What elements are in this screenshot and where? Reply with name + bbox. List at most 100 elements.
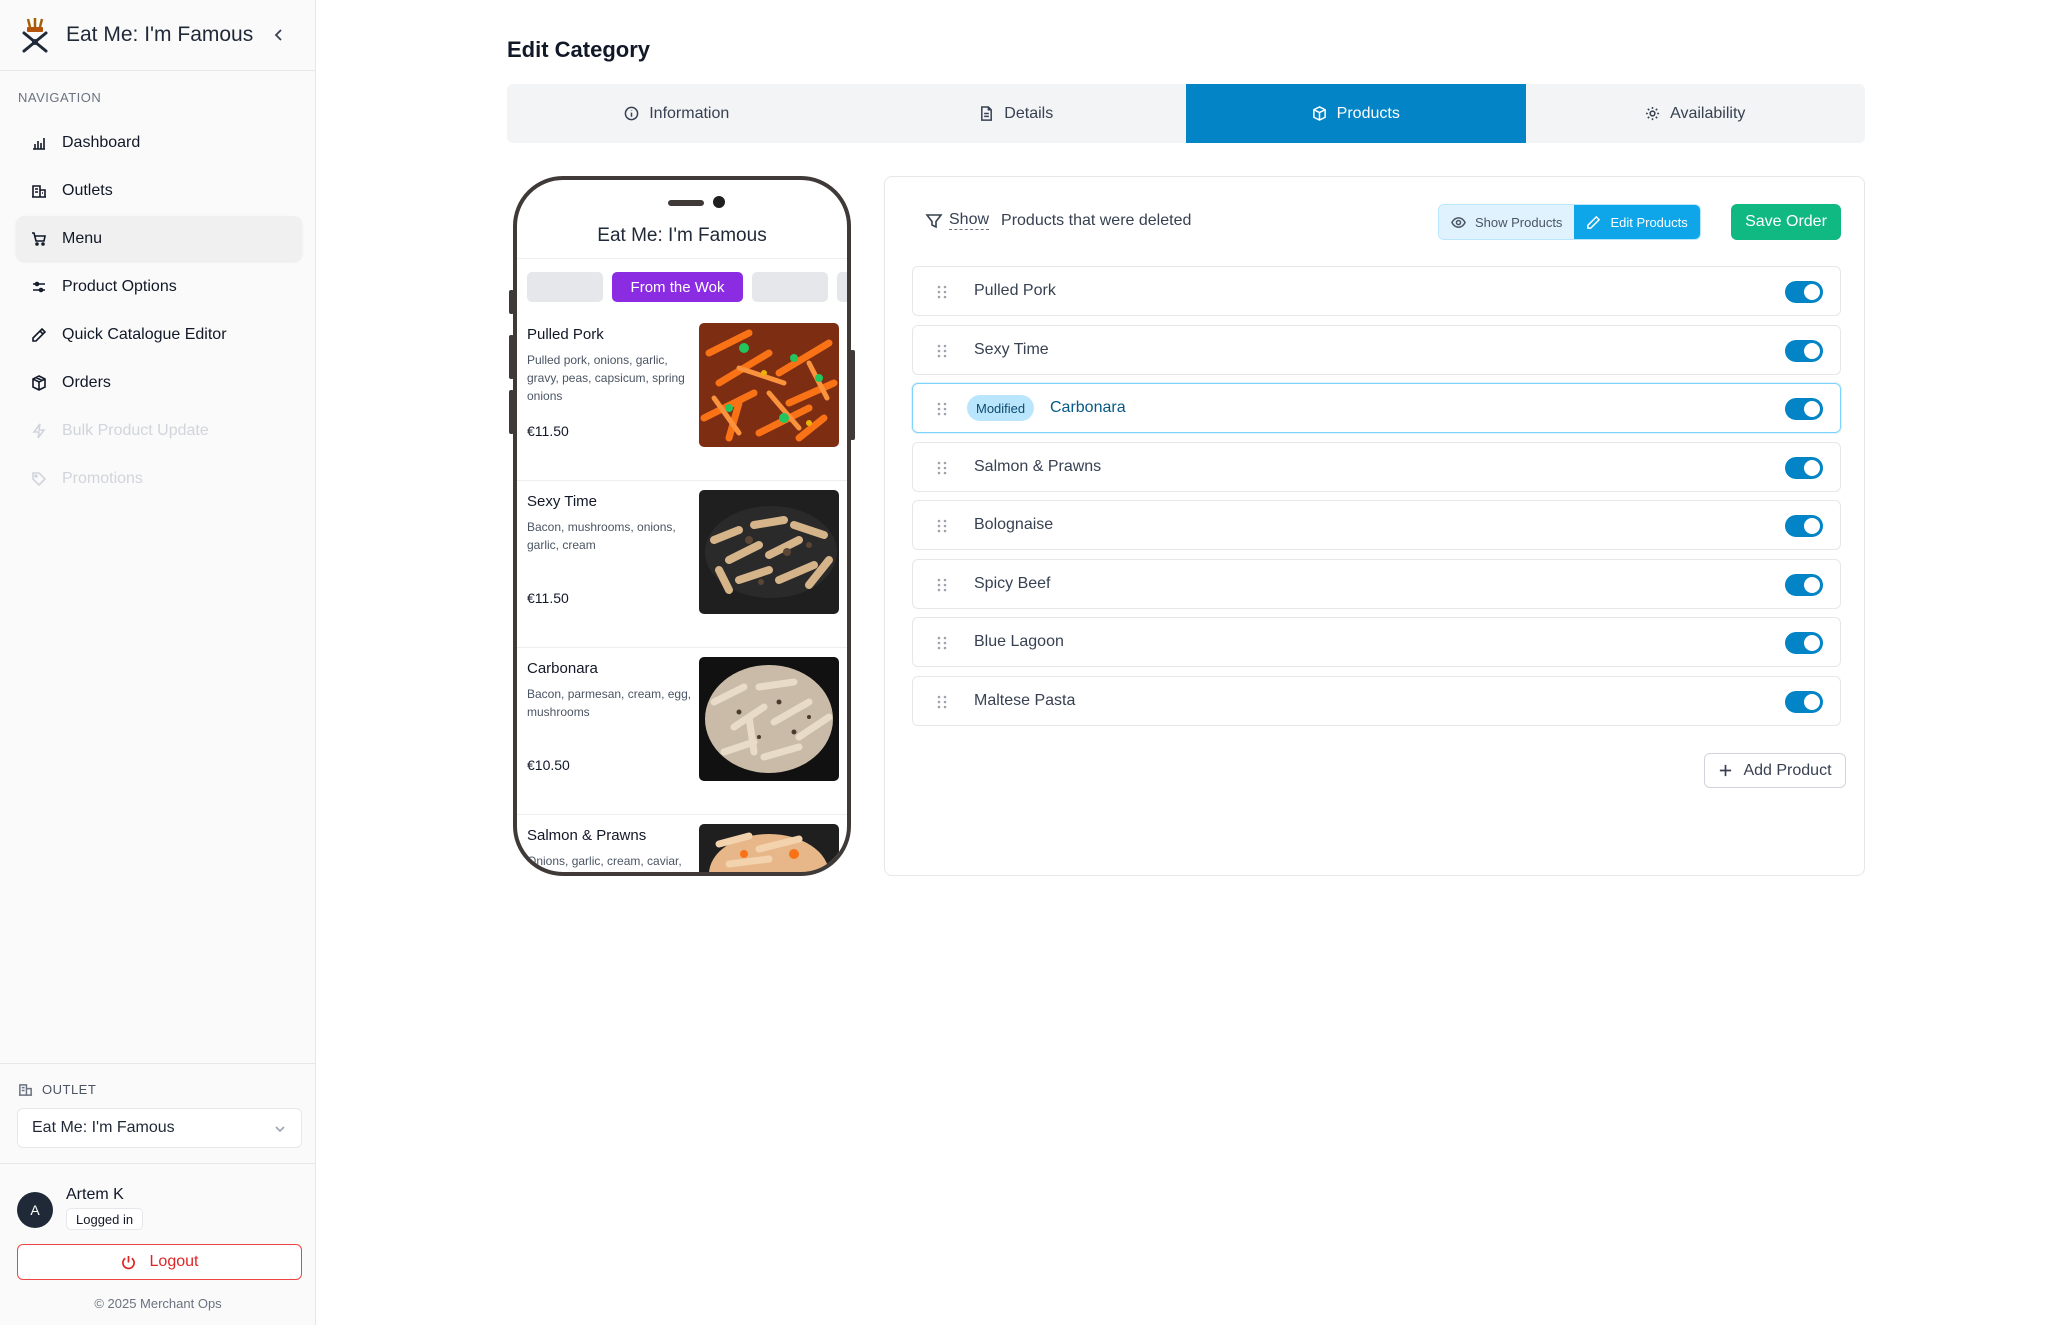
logout-button[interactable]: Logout	[17, 1244, 302, 1280]
product-enabled-toggle[interactable]	[1785, 398, 1823, 420]
product-name: Carbonara	[1050, 399, 1126, 416]
outlet-select[interactable]: Eat Me: I'm Famous	[17, 1108, 302, 1148]
nav-item-label: Bulk Product Update	[62, 421, 209, 439]
product-name: Spicy Beef	[974, 574, 1051, 592]
product-row[interactable]: Bolognaise	[912, 500, 1841, 550]
nav-item-label: Promotions	[62, 469, 143, 487]
dish-description: Bacon, mushrooms, onions, garlic, cream	[527, 520, 676, 552]
preview-dish-card[interactable]: Sexy Time Bacon, mushrooms, onions, garl…	[517, 481, 847, 648]
outlet-select-value: Eat Me: I'm Famous	[32, 1119, 175, 1136]
tab-availability[interactable]: Availability	[1526, 84, 1866, 143]
preview-category-pill-active[interactable]: From the Wok	[612, 272, 743, 302]
building-icon	[30, 182, 48, 200]
product-row[interactable]: Spicy Beef	[912, 558, 1841, 609]
product-enabled-toggle[interactable]	[1785, 456, 1823, 479]
product-name: Pulled Pork	[974, 282, 1056, 299]
product-row[interactable]: Pulled Pork	[912, 266, 1841, 316]
filter-icon	[925, 213, 943, 228]
preview-category-tabs: From the Wok	[527, 272, 847, 302]
tab-label: Products	[1336, 104, 1400, 122]
page-title: Edit Category	[507, 37, 651, 62]
nav-item-label: Product Options	[62, 277, 177, 295]
product-enabled-toggle[interactable]	[1785, 573, 1823, 596]
tab-products[interactable]: Products	[1186, 84, 1526, 143]
edit-products-button[interactable]: Edit Products	[1574, 205, 1700, 239]
lightning-icon	[30, 422, 48, 440]
dish-image	[699, 490, 839, 614]
collapse-sidebar-button[interactable]	[268, 24, 290, 46]
show-products-button[interactable]: Show Products	[1439, 205, 1575, 239]
power-icon	[121, 1255, 135, 1269]
outlet-section: OUTLET Eat Me: I'm Famous	[0, 1063, 316, 1148]
nav-item-menu[interactable]: Menu	[16, 216, 302, 261]
edit-products-label: Edit Products	[1610, 214, 1688, 230]
user-section: A Artem K Logged in Logout © 2025 Mercha…	[0, 1163, 316, 1325]
save-order-button[interactable]: Save Order	[1731, 204, 1841, 240]
product-enabled-toggle[interactable]	[1785, 515, 1823, 537]
chevron-left-icon	[274, 29, 282, 41]
drag-handle-icon[interactable]	[935, 460, 949, 476]
preview-dish-card[interactable]: Salmon & Prawns Onions, garlic, cream, c…	[517, 815, 847, 872]
nav-item-product-options[interactable]: Product Options	[16, 264, 302, 309]
product-row[interactable]: Salmon & Prawns	[912, 441, 1841, 492]
product-list: Pulled Pork Sexy Time Modified Carbonara…	[912, 266, 1841, 734]
product-enabled-toggle[interactable]	[1785, 281, 1823, 303]
chef-logo-icon	[22, 18, 48, 53]
nav-item-quick-catalogue-editor[interactable]: Quick Catalogue Editor	[16, 312, 302, 357]
nav-item-label: Dashboard	[62, 133, 141, 151]
dish-description: Onions, garlic, cream, caviar,	[527, 854, 682, 868]
building-icon	[18, 1084, 33, 1096]
preview-divider	[517, 258, 847, 259]
brand-title: Eat Me: I'm Famous	[66, 23, 254, 46]
add-product-button[interactable]: Add Product	[1704, 753, 1846, 788]
preview-category-pill[interactable]	[527, 272, 603, 302]
info-icon	[624, 106, 639, 121]
nav-item-orders[interactable]: Orders	[16, 360, 302, 405]
outlet-label: OUTLET	[18, 1082, 96, 1097]
drag-handle-icon[interactable]	[935, 284, 949, 300]
phone-camera	[713, 196, 725, 208]
preview-dish-card[interactable]: Carbonara Bacon, parmesan, cream, egg, m…	[517, 648, 847, 815]
product-row[interactable]: Maltese Pasta	[912, 675, 1841, 726]
nav-item-promotions: Promotions	[16, 456, 302, 501]
show-deleted-toggle[interactable]: Show	[949, 211, 990, 230]
nav-item-dashboard[interactable]: Dashboard	[16, 120, 302, 165]
nav-item-label: Quick Catalogue Editor	[62, 325, 227, 343]
dish-price: €10.50	[527, 757, 570, 773]
nav-item-bulk-product-update: Bulk Product Update	[16, 408, 302, 453]
drag-handle-icon[interactable]	[935, 635, 949, 651]
dish-name: Pulled Pork	[527, 326, 604, 343]
bar-chart-icon	[30, 134, 48, 152]
document-icon	[981, 106, 993, 121]
tab-details[interactable]: Details	[847, 84, 1187, 143]
preview-category-pill[interactable]	[837, 272, 847, 302]
preview-dish-card[interactable]: Pulled Pork Pulled pork, onions, garlic,…	[517, 314, 847, 481]
user-name: Artem K	[66, 1186, 124, 1203]
product-enabled-toggle[interactable]	[1785, 632, 1823, 654]
product-enabled-toggle[interactable]	[1785, 690, 1823, 713]
nav-item-label: Outlets	[62, 181, 113, 199]
product-row[interactable]: Sexy Time	[912, 324, 1841, 375]
product-row[interactable]: Blue Lagoon	[912, 617, 1841, 667]
dish-price: €11.50	[527, 423, 569, 439]
tab-information[interactable]: Information	[507, 84, 847, 143]
package-icon	[30, 374, 48, 392]
tab-label: Information	[649, 104, 730, 122]
product-enabled-toggle[interactable]	[1785, 339, 1823, 362]
drag-handle-icon[interactable]	[935, 518, 949, 534]
tab-label: Availability	[1670, 104, 1746, 122]
drag-handle-icon[interactable]	[935, 401, 949, 417]
drag-handle-icon[interactable]	[935, 343, 949, 359]
drag-handle-icon[interactable]	[935, 577, 949, 593]
product-name: Salmon & Prawns	[974, 457, 1102, 475]
drag-handle-icon[interactable]	[935, 694, 949, 710]
product-name: Blue Lagoon	[974, 633, 1064, 650]
brand-header: Eat Me: I'm Famous	[0, 0, 316, 71]
preview-category-pill[interactable]	[752, 272, 828, 302]
nav-item-outlets[interactable]: Outlets	[16, 168, 302, 213]
chevron-down-icon	[275, 1126, 285, 1133]
avatar: A	[17, 1192, 53, 1228]
phone-speaker	[668, 200, 704, 206]
cart-icon	[30, 230, 48, 248]
product-row-modified[interactable]: Modified Carbonara	[912, 383, 1841, 433]
